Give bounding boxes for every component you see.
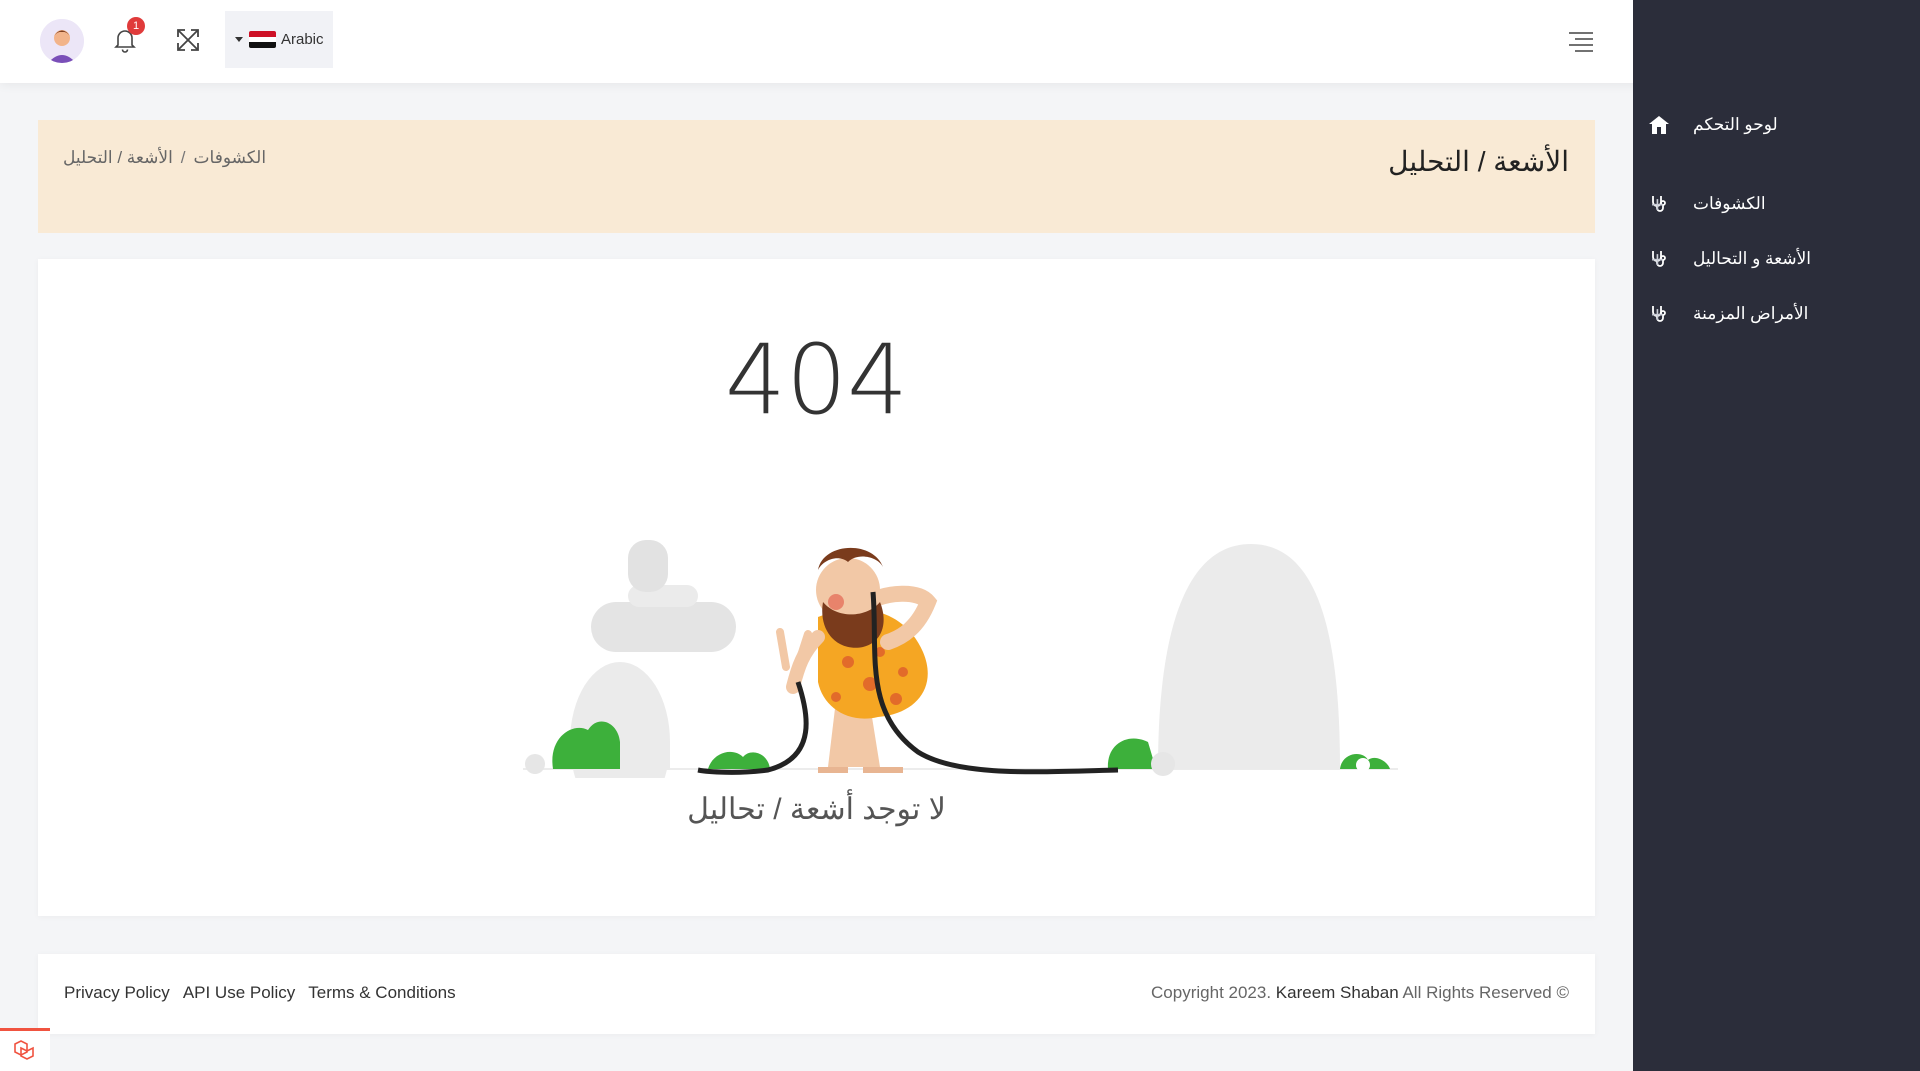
breadcrumb-item-examinations[interactable]: الكشوفات	[194, 148, 267, 168]
page-title: الأشعة / التحليل	[1388, 146, 1569, 177]
expand-plus-icon[interactable]: +	[1651, 247, 1664, 273]
breadcrumb: الكشوفات / الأشعة / التحليل	[63, 148, 266, 168]
avatar[interactable]	[40, 19, 84, 63]
home-icon	[1647, 113, 1671, 137]
privacy-policy-link[interactable]: Privacy Policy	[64, 983, 170, 1003]
sidebar-item-chronic-diseases[interactable]: الأمراض المزمنة +	[1633, 294, 1920, 334]
expand-plus-icon[interactable]: +	[1651, 192, 1664, 218]
api-use-policy-link[interactable]: API Use Policy	[183, 983, 295, 1003]
sidebar-item-label: الكشوفات	[1693, 194, 1766, 213]
caveman-404-illustration	[518, 452, 1398, 822]
egypt-flag-icon	[249, 31, 276, 48]
language-label: Arabic	[281, 31, 324, 48]
empty-state-message: لا توجد أشعة / تحاليل	[687, 793, 946, 826]
footer: Privacy Policy API Use Policy Terms & Co…	[38, 954, 1595, 1034]
main-card: 404 لا توجد أشعة / تحاليل	[38, 259, 1595, 916]
sidebar: لوحو التحكم الكشوفات + الأشعة و التحاليل…	[1633, 0, 1920, 1071]
breadcrumb-separator: /	[180, 148, 186, 167]
page-title-bar: الأشعة / التحليل الكشوفات / الأشعة / الت…	[38, 120, 1595, 233]
copyright-suffix: All Rights Reserved	[1402, 983, 1552, 1002]
footer-links: Privacy Policy API Use Policy Terms & Co…	[64, 983, 456, 1003]
top-header: 1 Arabic	[0, 0, 1920, 83]
chevron-down-icon	[235, 37, 243, 42]
fullscreen-expand-icon[interactable]	[175, 27, 201, 53]
sidebar-item-label: لوحو التحكم	[1693, 115, 1778, 134]
breadcrumb-item-current: الأشعة / التحليل	[63, 148, 173, 167]
terms-conditions-link[interactable]: Terms & Conditions	[308, 983, 455, 1003]
sidebar-item-label: الأشعة و التحاليل	[1693, 249, 1812, 268]
error-code: 404	[724, 324, 909, 436]
notification-count-badge: 1	[127, 17, 145, 35]
copyright-author[interactable]: Kareem Shaban	[1276, 983, 1399, 1002]
laravel-debugbar-icon[interactable]	[0, 1028, 50, 1071]
expand-plus-icon[interactable]: +	[1651, 302, 1664, 328]
sidebar-item-label: الأمراض المزمنة	[1693, 304, 1809, 323]
menu-toggle-icon[interactable]	[1567, 30, 1595, 52]
copyright-text: © Copyright 2023. Kareem Shaban All Righ…	[1151, 983, 1569, 1003]
sidebar-item-examinations[interactable]: الكشوفات +	[1633, 184, 1920, 224]
sidebar-item-dashboard[interactable]: لوحو التحكم	[1633, 105, 1920, 145]
language-selector[interactable]: Arabic	[225, 11, 333, 68]
sidebar-item-radiology-tests[interactable]: الأشعة و التحاليل +	[1633, 239, 1920, 279]
